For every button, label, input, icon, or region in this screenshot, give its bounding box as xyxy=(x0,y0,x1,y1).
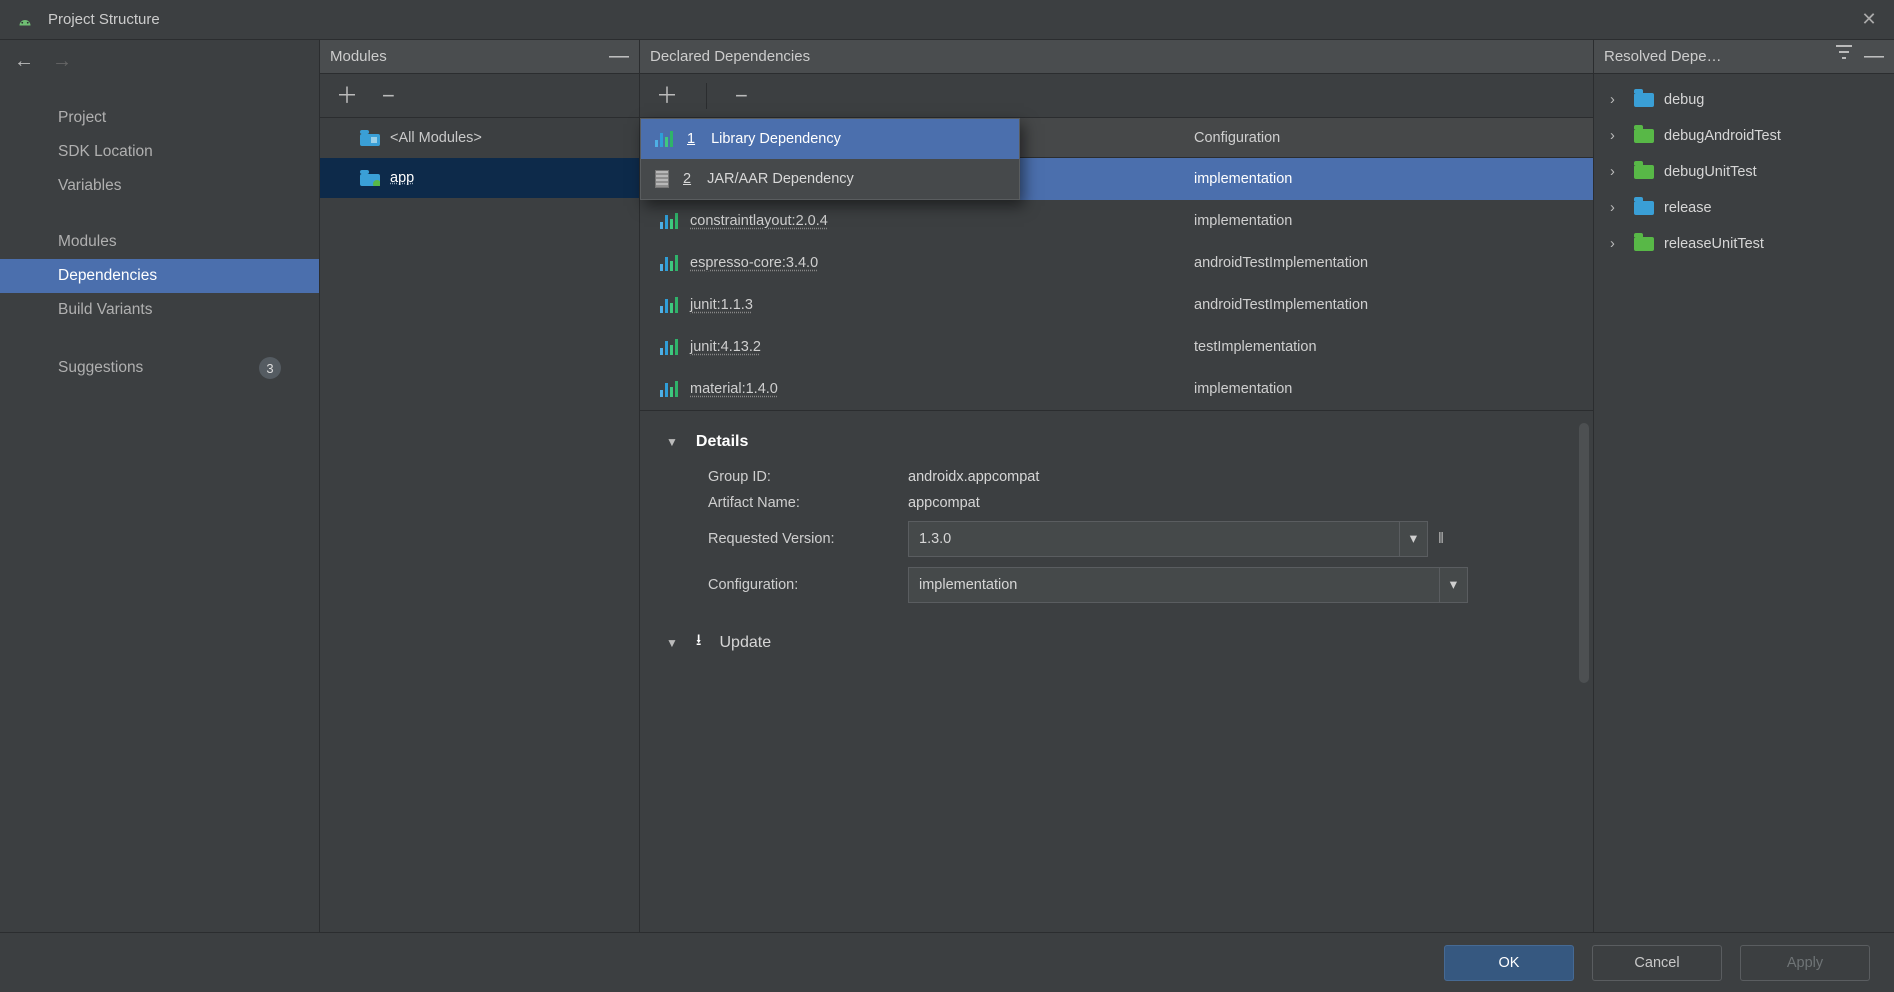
menu-item-library-dependency[interactable]: 1 Library Dependency xyxy=(641,119,1019,159)
chevron-right-icon: › xyxy=(1610,200,1624,216)
chevron-down-icon: ▾ xyxy=(1439,568,1457,602)
chevron-down-icon: ▾ xyxy=(1399,522,1417,556)
dep-row[interactable]: constraintlayout:2.0.4 implementation xyxy=(640,200,1593,242)
module-row-all[interactable]: <All Modules> xyxy=(320,118,639,158)
dep-row[interactable]: espresso-core:3.4.0 androidTestImplement… xyxy=(640,242,1593,284)
resolved-item[interactable]: › debugAndroidTest xyxy=(1600,118,1888,154)
nav-back-icon[interactable]: ← xyxy=(14,50,34,73)
dep-col-config: Configuration xyxy=(1180,130,1593,146)
nav-item-project[interactable]: Project xyxy=(0,101,319,135)
suggestions-badge: 3 xyxy=(259,357,281,379)
folder-icon xyxy=(1634,129,1654,143)
dep-remove-button[interactable]: − xyxy=(735,85,748,107)
details-panel: ▼ Details Group ID: androidx.appcompat A… xyxy=(640,410,1593,932)
nav-item-sdk-location[interactable]: SDK Location xyxy=(0,135,319,169)
config-combo[interactable]: implementation ▾ xyxy=(908,567,1468,603)
folder-icon xyxy=(1634,165,1654,179)
version-label: Requested Version: xyxy=(708,531,908,547)
menu-item-jar-aar-dependency[interactable]: 2 JAR/AAR Dependency xyxy=(641,159,1019,199)
version-extra-icon[interactable]: ‖ xyxy=(1438,531,1444,547)
resolved-header: Resolved Depe… xyxy=(1604,48,1722,65)
nav-item-dependencies[interactable]: Dependencies xyxy=(0,259,319,293)
archive-icon xyxy=(655,170,669,188)
dep-row[interactable]: junit:1.1.3 androidTestImplementation xyxy=(640,284,1593,326)
artifact-value: appcompat xyxy=(908,495,980,511)
library-icon xyxy=(660,213,678,229)
module-app-icon xyxy=(360,170,380,186)
left-nav: ← → Project SDK Location Variables Modul… xyxy=(0,40,320,932)
titlebar: Project Structure ✕ xyxy=(0,0,1894,40)
resolved-item[interactable]: › debug xyxy=(1600,82,1888,118)
resolved-item[interactable]: › debugUnitTest xyxy=(1600,154,1888,190)
nav-forward-icon: → xyxy=(52,50,72,73)
add-dependency-menu: 1 Library Dependency 2 JAR/AAR Dependenc… xyxy=(640,118,1020,200)
collapse-icon[interactable]: ▼ xyxy=(666,435,678,449)
filter-icon[interactable] xyxy=(1836,45,1852,68)
window-title: Project Structure xyxy=(48,11,160,28)
download-icon: ⭳ xyxy=(696,629,702,656)
nav-item-suggestions[interactable]: Suggestions 3 xyxy=(0,349,319,387)
chevron-right-icon: › xyxy=(1610,92,1624,108)
ok-button[interactable]: OK xyxy=(1444,945,1574,981)
module-all-icon xyxy=(360,130,380,146)
library-icon xyxy=(660,297,678,313)
chevron-right-icon: › xyxy=(1610,164,1624,180)
module-row-app[interactable]: app xyxy=(320,158,639,198)
chevron-right-icon: › xyxy=(1610,236,1624,252)
resolved-item[interactable]: › releaseUnitTest xyxy=(1600,226,1888,262)
library-icon xyxy=(660,255,678,271)
minimize-icon[interactable]: — xyxy=(1864,45,1884,68)
nav-item-variables[interactable]: Variables xyxy=(0,169,319,203)
group-id-label: Group ID: xyxy=(708,469,908,485)
scrollbar[interactable] xyxy=(1579,423,1589,683)
modules-panel: Modules — ＋ − <All Modules> app xyxy=(320,40,640,932)
dep-row[interactable]: material:1.4.0 implementation xyxy=(640,368,1593,410)
folder-icon xyxy=(1634,93,1654,107)
module-add-button[interactable]: ＋ xyxy=(336,85,358,107)
nav-item-build-variants[interactable]: Build Variants xyxy=(0,293,319,327)
version-combo[interactable]: 1.3.0 ▾ xyxy=(908,521,1428,557)
config-label: Configuration: xyxy=(708,577,908,593)
dep-add-button[interactable]: ＋ xyxy=(656,85,678,107)
android-logo-icon xyxy=(14,9,36,31)
dialog-footer: OK Cancel Apply xyxy=(0,932,1894,992)
library-icon xyxy=(655,131,673,147)
chevron-right-icon: › xyxy=(1610,128,1624,144)
apply-button[interactable]: Apply xyxy=(1740,945,1870,981)
folder-icon xyxy=(1634,201,1654,215)
deps-header: Declared Dependencies xyxy=(650,48,810,65)
cancel-button[interactable]: Cancel xyxy=(1592,945,1722,981)
dependencies-panel: Declared Dependencies ＋ − 1 Library Depe… xyxy=(640,40,1594,932)
folder-icon xyxy=(1634,237,1654,251)
details-title: Details xyxy=(696,433,748,451)
window-close-button[interactable]: ✕ xyxy=(1852,3,1886,37)
minimize-icon[interactable]: — xyxy=(609,45,629,68)
library-icon xyxy=(660,381,678,397)
nav-item-modules[interactable]: Modules xyxy=(0,225,319,259)
group-id-value: androidx.appcompat xyxy=(908,469,1039,485)
library-icon xyxy=(660,339,678,355)
resolved-item[interactable]: › release xyxy=(1600,190,1888,226)
dep-row[interactable]: junit:4.13.2 testImplementation xyxy=(640,326,1593,368)
collapse-icon[interactable]: ▼ xyxy=(666,636,678,650)
module-remove-button[interactable]: − xyxy=(382,85,395,107)
artifact-label: Artifact Name: xyxy=(708,495,908,511)
resolved-panel: Resolved Depe… — › debug › debugAndroidT… xyxy=(1594,40,1894,932)
update-title: Update xyxy=(720,634,772,652)
modules-header: Modules xyxy=(330,48,387,65)
